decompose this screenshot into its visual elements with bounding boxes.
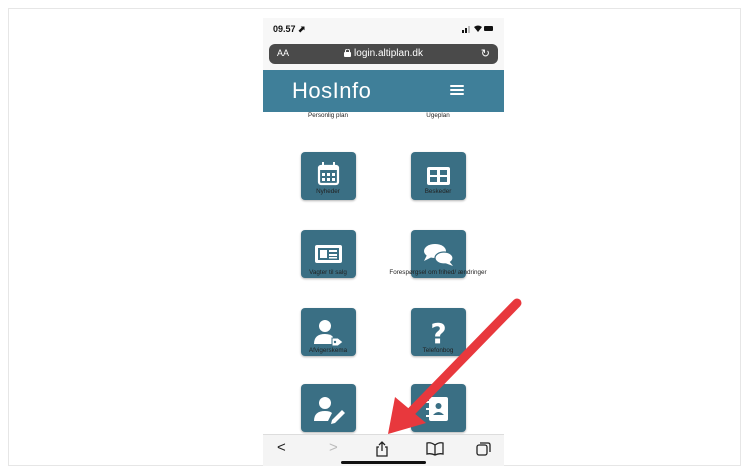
book-icon — [426, 442, 444, 456]
lock-icon — [344, 48, 352, 57]
forward-button[interactable]: > — [329, 439, 338, 456]
share-button[interactable] — [375, 441, 389, 461]
phone-screen: 09.57 ⬈ AA login.altiplan.dk ↻ HosInfo P… — [263, 18, 504, 466]
tile-label-beskeder: Beskeder — [424, 188, 452, 195]
share-icon — [376, 441, 388, 457]
tile-telefonbog[interactable] — [411, 384, 466, 432]
user-edit-icon — [314, 397, 345, 424]
browser-address-area: AA login.altiplan.dk ↻ — [263, 40, 504, 70]
status-time: 09.57 ⬈ — [273, 24, 306, 34]
url-text[interactable]: login.altiplan.dk — [269, 48, 498, 59]
bookmarks-button[interactable] — [426, 442, 444, 460]
back-button[interactable]: < — [277, 439, 286, 456]
tile-label-nyheder: Nyheder — [316, 188, 340, 195]
tile-label-vagter-til-salg: Vagter til salg — [309, 269, 347, 276]
address-book-icon — [426, 397, 448, 421]
tile-label-afvigerskema: Afvigerskema — [308, 347, 348, 354]
app-header: HosInfo — [263, 70, 504, 112]
signal-wifi-battery-icons — [462, 24, 494, 35]
address-bar[interactable]: AA login.altiplan.dk ↻ — [269, 44, 498, 64]
hamburger-icon[interactable] — [450, 85, 464, 97]
signal-icon — [462, 25, 493, 33]
url-label: login.altiplan.dk — [354, 48, 423, 59]
svg-text:?: ? — [430, 317, 446, 350]
app-title: HosInfo — [292, 78, 372, 103]
tabs-icon — [476, 442, 491, 456]
tile-label-personlig-plan: Personlig plan — [308, 112, 348, 119]
status-bar: 09.57 ⬈ — [263, 18, 504, 40]
tabs-button[interactable] — [476, 442, 491, 460]
tile-label-ugeplan: Ugeplan — [426, 112, 450, 119]
reload-icon[interactable]: ↻ — [481, 47, 490, 60]
tile-afvigerskema[interactable] — [301, 384, 356, 432]
home-indicator — [341, 461, 426, 464]
tile-label-telefonbog: Telefonbog — [422, 347, 454, 354]
tile-label-foresporgsel: Forespørgsel om frihed/ ændringer — [389, 269, 487, 276]
tile-grid: Personlig plan Ugeplan Nyheder Beskeder … — [263, 112, 504, 434]
